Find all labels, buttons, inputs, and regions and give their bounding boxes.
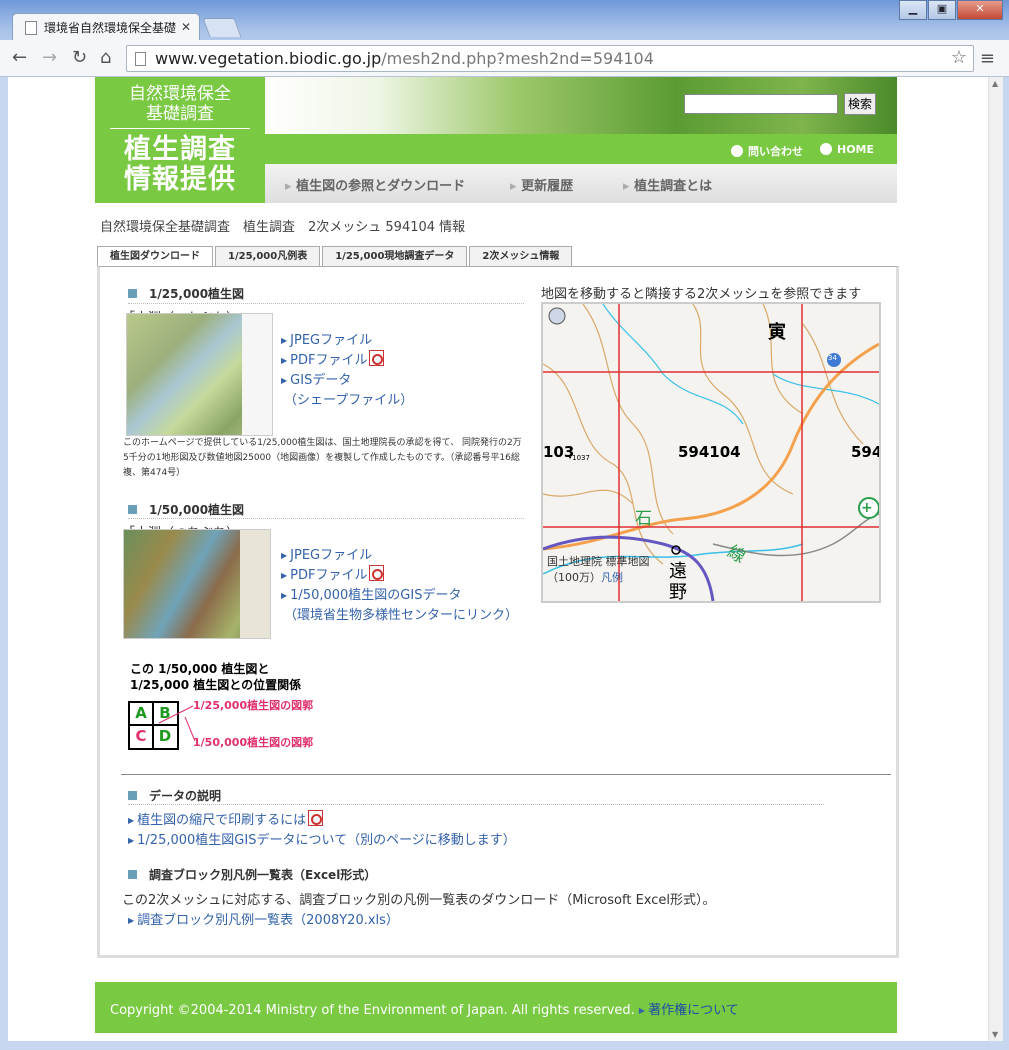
page-title: 自然環境保全基礎調査 植生調査 2次メッシュ 594104 情報: [100, 220, 466, 235]
map-attribution: 国土地理院 標準地図 （100万）凡例: [547, 555, 650, 584]
pdf-icon: [308, 810, 324, 826]
map-thumbnail-25000[interactable]: [126, 313, 273, 436]
legend-link[interactable]: 凡例: [601, 571, 623, 584]
new-tab-button[interactable]: [202, 18, 242, 37]
plus-icon[interactable]: +: [861, 500, 873, 516]
gis-about-link[interactable]: 1/25,000植生図GISデータについて（別のページに移動します）: [128, 829, 516, 848]
url-text: www.vegetation.biodic.go.jp/mesh2nd.php?…: [155, 49, 654, 68]
shapefile-link-25000[interactable]: （シェープファイル）: [284, 389, 413, 408]
page: 自然環境保全 基礎調査 植生調査 情報提供 検索 問い合わせ HOME 植生図の…: [95, 77, 899, 1041]
window-controls: ▁ ▣ ✕: [898, 0, 1003, 20]
vertical-scrollbar[interactable]: ▲ ▼: [988, 77, 1003, 1041]
scroll-down-icon[interactable]: ▼: [992, 1030, 998, 1039]
pdf-link-25000[interactable]: PDFファイル: [281, 349, 385, 368]
maximize-icon[interactable]: ▣: [928, 0, 956, 20]
section-title-explain: データの説明: [128, 787, 221, 804]
pdf-icon: [369, 350, 385, 366]
tab-legend[interactable]: 1/25,000凡例表: [215, 246, 321, 267]
search-button[interactable]: 検索: [844, 93, 876, 115]
home-icon: [820, 143, 832, 155]
logo-line2: 基礎調査: [146, 104, 214, 124]
place-name-2: 野: [669, 582, 687, 603]
tab-mesh-info[interactable]: 2次メッシュ情報: [469, 246, 573, 267]
utility-bar: 問い合わせ HOME: [265, 134, 897, 164]
menu-icon[interactable]: ≡: [980, 48, 995, 69]
page-viewport: 自然環境保全 基礎調査 植生調査 情報提供 検索 問い合わせ HOME 植生図の…: [8, 77, 988, 1041]
logo-big1: 植生調査: [124, 134, 236, 165]
biodic-link[interactable]: （環境省生物多様性センターにリンク）: [284, 604, 518, 623]
search-input[interactable]: [684, 94, 838, 114]
cell-a: A: [135, 704, 147, 722]
map-kanji-top: 寅: [768, 322, 786, 343]
jpeg-link-50000[interactable]: JPEGファイル: [281, 544, 372, 563]
close-icon[interactable]: ✕: [181, 20, 191, 34]
close-window-icon[interactable]: ✕: [957, 0, 1003, 20]
block-description: この2次メッシュに対応する、調査ブロック別の凡例一覧表のダウンロード（Micro…: [122, 893, 716, 908]
section-divider: [121, 774, 891, 775]
mesh-map[interactable]: 594104 103 594 •1037 寅 34 + 石 線 遠 野 国土地理…: [541, 302, 881, 603]
nav-item-history[interactable]: 更新履歴: [510, 175, 573, 194]
spot-elevation: •1037: [568, 454, 590, 462]
address-bar[interactable]: www.vegetation.biodic.go.jp/mesh2nd.php?…: [126, 45, 974, 72]
section-title-block: 調査ブロック別凡例一覧表（Excel形式）: [128, 866, 376, 883]
tab-strip: 環境省自然環境保全基礎 ✕ ▁ ▣ ✕: [0, 0, 1009, 41]
divider: [128, 804, 824, 805]
pdf-icon: [369, 565, 385, 581]
main-nav: 植生図の参照とダウンロード 更新履歴 植生調査とは: [265, 164, 897, 203]
section-title-25000: 1/25,000植生図: [128, 285, 244, 302]
contact-link[interactable]: 問い合わせ: [731, 143, 803, 159]
road-number: 34: [828, 354, 837, 362]
map-caption: 地図を移動すると隣接する2次メッシュを参照できます: [541, 287, 862, 302]
excel-link[interactable]: 調査ブロック別凡例一覧表（2008Y20.xls）: [128, 909, 399, 928]
home-link[interactable]: HOME: [820, 143, 874, 156]
cell-c: C: [135, 727, 147, 745]
label-25000-frame: 1/25,000植生図の図郭: [193, 699, 314, 712]
tab-title: 環境省自然環境保全基礎: [44, 21, 177, 35]
pdf-link-50000[interactable]: PDFファイル: [281, 564, 385, 583]
label-50000-frame: 1/50,000植生図の図郭: [193, 736, 314, 749]
page-icon: [135, 52, 146, 66]
logo-line1: 自然環境保全: [129, 84, 231, 104]
map-thumbnail-50000[interactable]: [123, 529, 271, 639]
nav-item-about[interactable]: 植生調査とは: [623, 175, 712, 194]
map-kanji-stone: 石: [635, 509, 652, 529]
copyright-note: このホームページで提供している1/25,000植生図は、国土地理院長の承認を得て…: [123, 438, 522, 478]
site-logo[interactable]: 自然環境保全 基礎調査 植生調査 情報提供: [95, 77, 265, 203]
page-icon: [25, 20, 37, 35]
nav-item-download[interactable]: 植生図の参照とダウンロード: [285, 175, 465, 194]
footer: Copyright ©2004-2014 Ministry of the Env…: [95, 982, 897, 1033]
browser-tab[interactable]: 環境省自然環境保全基礎 ✕: [12, 13, 200, 41]
mail-icon: [731, 145, 743, 157]
copyright-link[interactable]: 著作権について: [639, 1003, 739, 1018]
minimize-icon[interactable]: ▁: [899, 0, 927, 20]
browser-toolbar: ← → ↻ ⌂ www.vegetation.biodic.go.jp/mesh…: [0, 40, 1009, 77]
forward-icon[interactable]: →: [42, 48, 57, 68]
tab-survey-data[interactable]: 1/25,000現地調査データ: [322, 246, 468, 267]
browser-window: 環境省自然環境保全基礎 ✕ ▁ ▣ ✕ ← → ↻ ⌂ www.vegetati…: [0, 0, 1009, 1050]
logo-divider: [110, 128, 250, 129]
divider: [128, 518, 524, 519]
home-icon[interactable]: ⌂: [100, 48, 111, 68]
mesh-right-label: 594: [851, 443, 881, 461]
gis-link-25000[interactable]: GISデータ: [281, 369, 351, 388]
bookmark-star-icon[interactable]: ☆: [951, 47, 967, 68]
scroll-up-icon[interactable]: ▲: [992, 79, 998, 88]
section-title-50000: 1/50,000植生図: [128, 501, 244, 518]
tab-bar: 植生図ダウンロード 1/25,000凡例表 1/25,000現地調査データ 2次…: [97, 246, 574, 269]
mesh-center-label: 594104: [678, 443, 741, 461]
relation-title: この 1/50,000 植生図と 1/25,000 植生図との位置関係: [130, 662, 302, 692]
jpeg-link-25000[interactable]: JPEGファイル: [281, 329, 372, 348]
footer-copyright: Copyright ©2004-2014 Ministry of the Env…: [110, 999, 739, 1018]
divider: [128, 303, 524, 304]
gis-link-50000[interactable]: 1/50,000植生図のGISデータ: [281, 584, 461, 603]
reload-icon[interactable]: ↻: [72, 48, 87, 68]
print-scale-link[interactable]: 植生図の縮尺で印刷するには: [128, 809, 324, 828]
back-icon[interactable]: ←: [12, 48, 27, 68]
logo-big2: 情報提供: [124, 164, 236, 195]
